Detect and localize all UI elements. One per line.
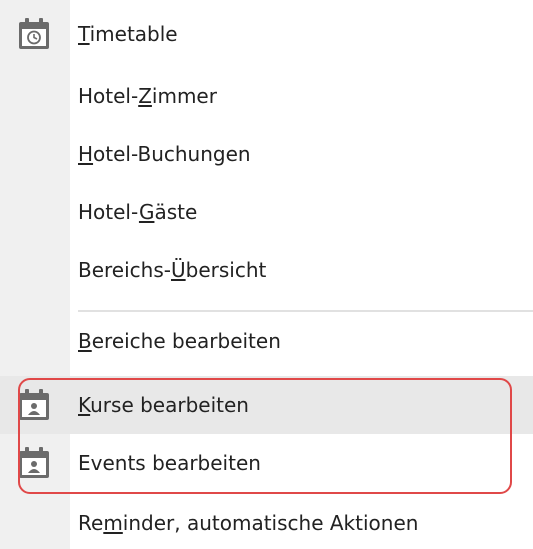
menu-item-bereiche-bearbeiten[interactable]: Bereiche bearbeiten <box>0 312 533 370</box>
menu-item-label: Events bearbeiten <box>78 451 261 475</box>
menu-item-label: Kurse bearbeiten <box>78 393 249 417</box>
calendar-person-icon <box>16 387 52 423</box>
context-menu: Timetable Hotel-Zimmer Hotel-Buchungen H… <box>0 0 533 549</box>
menu-item-label: Bereiche bearbeiten <box>78 329 281 353</box>
menu-item-label: Reminder, automatische Aktionen <box>78 511 419 535</box>
menu-item-bereichs-uebersicht[interactable]: Bereichs-Übersicht <box>0 241 533 299</box>
menu-item-hotel-gaeste[interactable]: Hotel-Gäste <box>0 183 533 241</box>
menu-item-hotel-zimmer[interactable]: Hotel-Zimmer <box>0 67 533 125</box>
menu-item-timetable[interactable]: Timetable <box>0 5 533 63</box>
menu-item-label: Hotel-Zimmer <box>78 84 217 108</box>
menu-item-label: Hotel-Gäste <box>78 200 198 224</box>
menu-item-kurse-bearbeiten[interactable]: Kurse bearbeiten <box>0 376 533 434</box>
menu-item-label: Bereichs-Übersicht <box>78 258 267 282</box>
calendar-clock-icon <box>16 16 52 52</box>
menu-item-hotel-buchungen[interactable]: Hotel-Buchungen <box>0 125 533 183</box>
menu-item-reminder[interactable]: Reminder, automatische Aktionen <box>0 494 533 549</box>
menu-item-label: Timetable <box>78 22 178 46</box>
menu-item-label: Hotel-Buchungen <box>78 142 251 166</box>
calendar-person-icon <box>16 445 52 481</box>
menu-item-events-bearbeiten[interactable]: Events bearbeiten <box>0 434 533 492</box>
